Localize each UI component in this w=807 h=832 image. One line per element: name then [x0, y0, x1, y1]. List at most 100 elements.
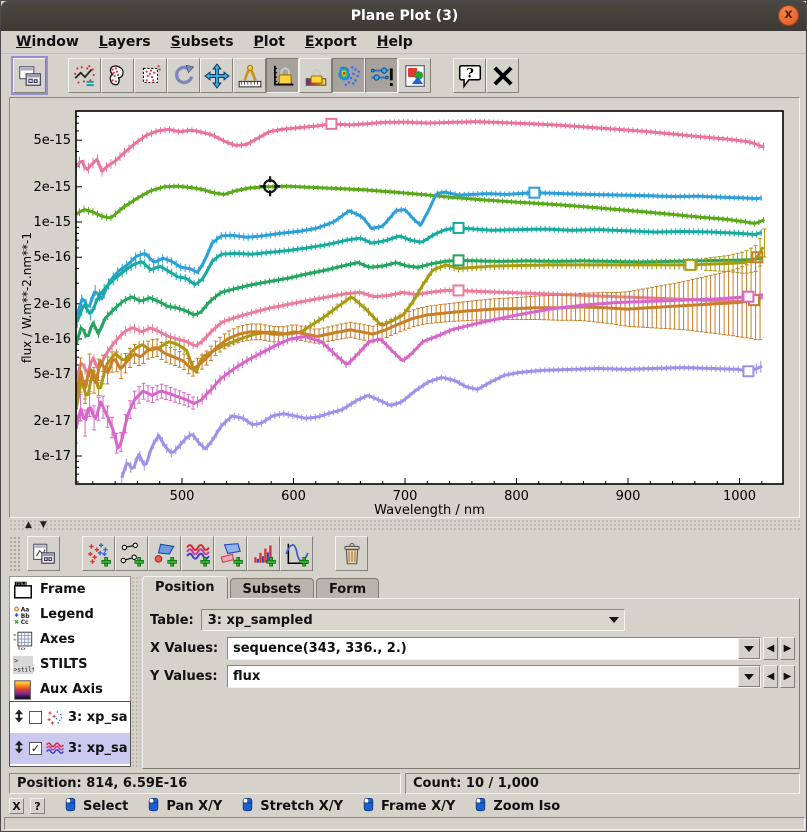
close-window-button[interactable]	[486, 58, 519, 93]
add-function-button[interactable]	[280, 536, 313, 571]
add-pair-button[interactable]	[115, 536, 148, 571]
menu-export[interactable]: Export	[296, 33, 366, 51]
tab-subsets[interactable]: Subsets	[230, 578, 314, 599]
table-select[interactable]: 3: xp_sampled	[201, 609, 625, 631]
add-histogram	[251, 541, 277, 567]
plane-plot-chart[interactable]: 50060070080090010005e-152e-151e-155e-162…	[10, 98, 799, 517]
aux-shader-button[interactable]	[332, 58, 365, 93]
menubar: WindowLayersSubsetsPlotExportHelp	[1, 31, 807, 54]
titlebar[interactable]: Plane Plot (3) x	[1, 1, 807, 31]
sidebar-item-legend[interactable]: AaBbCcLegend	[10, 602, 130, 627]
add-quad-button[interactable]	[148, 536, 181, 571]
window-close-button[interactable]: x	[778, 5, 799, 26]
plot-window-button[interactable]	[27, 536, 60, 571]
tab-form[interactable]: Form	[316, 578, 379, 599]
blob-subset-button[interactable]	[101, 58, 134, 93]
splitter-collapse-down-icon[interactable]: ▼	[40, 521, 47, 530]
chevron-down-icon	[744, 674, 754, 680]
layer-item-label: 3: xp_sa	[68, 741, 127, 756]
hint-pan-x-y: Pan X/Y	[146, 797, 222, 816]
svg-text:2e-16: 2e-16	[33, 297, 71, 312]
plot-panel[interactable]: 50060070080090010005e-152e-151e-155e-162…	[9, 97, 800, 518]
plane-plot-window: Plane Plot (3) x WindowLayersSubsetsPlot…	[0, 0, 807, 832]
svg-text:1e-16: 1e-16	[33, 332, 71, 347]
x-prev-column-button[interactable]: ◀	[763, 637, 778, 660]
y-values-input[interactable]: flux	[227, 665, 761, 688]
table-label: Table:	[150, 613, 194, 628]
horizontal-splitter[interactable]: ▲ ▼	[9, 519, 800, 532]
layer-item-1[interactable]: 3: xp_sa	[10, 702, 130, 733]
lock-axes-button[interactable]	[266, 58, 299, 93]
svg-text:>: >	[14, 656, 19, 665]
add-spectra-button[interactable]	[181, 536, 214, 571]
box-subset-button[interactable]	[134, 58, 167, 93]
pan	[204, 63, 230, 89]
svg-text:flux / W.m**-2.nm**-1: flux / W.m**-2.nm**-1	[20, 232, 34, 363]
box-subset	[138, 63, 164, 89]
x-values-input[interactable]: sequence(343, 336., 2.)	[227, 637, 761, 660]
menu-layers[interactable]: Layers	[90, 33, 160, 51]
bottom-status-strip	[4, 817, 805, 830]
svg-text:1e-15: 1e-15	[33, 215, 71, 230]
layer-item-2[interactable]: ✓ 3: xp_sa	[10, 733, 130, 764]
menu-help[interactable]: Help	[368, 33, 422, 51]
toolbar-grip[interactable]	[9, 536, 21, 572]
y-values-dropdown-button[interactable]	[738, 666, 760, 687]
stilts-config-button[interactable]	[365, 58, 398, 93]
x-values-dropdown-button[interactable]	[738, 638, 760, 659]
sidebar-item-aux-axis[interactable]: Aux Axis	[10, 677, 130, 702]
add-quad	[152, 541, 178, 567]
tab-position[interactable]: Position	[142, 576, 228, 599]
x-values-label: X Values:	[150, 641, 221, 656]
y-prev-column-button[interactable]: ◀	[763, 665, 778, 688]
lock-aux-button[interactable]	[299, 58, 332, 93]
pan-button[interactable]	[200, 58, 233, 93]
help-button[interactable]: ?	[453, 58, 486, 93]
replot	[171, 63, 197, 89]
add-scatter-button[interactable]	[82, 536, 115, 571]
table-row: Table: 3: xp_sampled	[150, 609, 625, 631]
layer-visibility-checkbox[interactable]	[29, 711, 42, 724]
export-window-button[interactable]	[13, 58, 46, 93]
mouse-icon	[240, 797, 255, 816]
hint-zoom-iso: Zoom Iso	[473, 797, 560, 816]
vertical-splitter[interactable]	[131, 576, 141, 769]
measure-button[interactable]	[233, 58, 266, 93]
sidebar-item-axes[interactable]: ≈≈ñxxAxes	[10, 627, 130, 652]
add-spectra	[185, 541, 211, 567]
y-next-column-button[interactable]: ▶	[780, 665, 795, 688]
y-values-label: Y Values:	[150, 669, 221, 684]
svg-text:700: 700	[393, 489, 418, 504]
export-image-button[interactable]	[398, 58, 431, 93]
menu-subsets[interactable]: Subsets	[162, 33, 243, 51]
measure	[237, 63, 263, 89]
layer-visibility-checkbox[interactable]: ✓	[29, 742, 42, 755]
reorder-updown-icon[interactable]	[12, 708, 26, 727]
replot-button[interactable]	[167, 58, 200, 93]
mouse-icon	[473, 797, 488, 812]
splitter-collapse-up-icon[interactable]: ▲	[25, 521, 32, 530]
add-area-button[interactable]	[214, 536, 247, 571]
mouse-icon	[146, 797, 161, 816]
x-next-column-button[interactable]: ▶	[780, 637, 795, 660]
sidebar-item-frame[interactable]: TITLEFrame	[10, 577, 130, 602]
sidebar-item-stilts[interactable]: >>stiltsSTILTS	[10, 652, 130, 677]
rescale-button[interactable]	[68, 58, 101, 93]
menu-window[interactable]: Window	[7, 33, 88, 51]
add-histogram-button[interactable]	[247, 536, 280, 571]
hints-help-button[interactable]: ?	[30, 798, 45, 814]
layer-list: 3: xp_sa ✓ 3: xp_sa	[9, 701, 131, 767]
delete-layer-button[interactable]	[335, 536, 368, 571]
mouse-hints: X?SelectPan X/YStretch X/YFrame X/YZoom …	[9, 796, 800, 816]
svg-text:2e-17: 2e-17	[33, 414, 71, 429]
y-values-row: Y Values: flux ◀ ▶	[150, 665, 795, 688]
spectra-mini	[45, 739, 65, 759]
position-readout: Position: 814, 6.59E-16	[9, 773, 401, 794]
help: ?	[457, 63, 483, 89]
sidebar-item-label: Aux Axis	[40, 682, 103, 697]
reorder-updown-icon[interactable]	[12, 739, 26, 758]
svg-text:900: 900	[616, 489, 641, 504]
menu-plot[interactable]: Plot	[245, 33, 294, 51]
mouse-icon	[361, 797, 376, 812]
hints-close-button[interactable]: X	[9, 798, 24, 814]
